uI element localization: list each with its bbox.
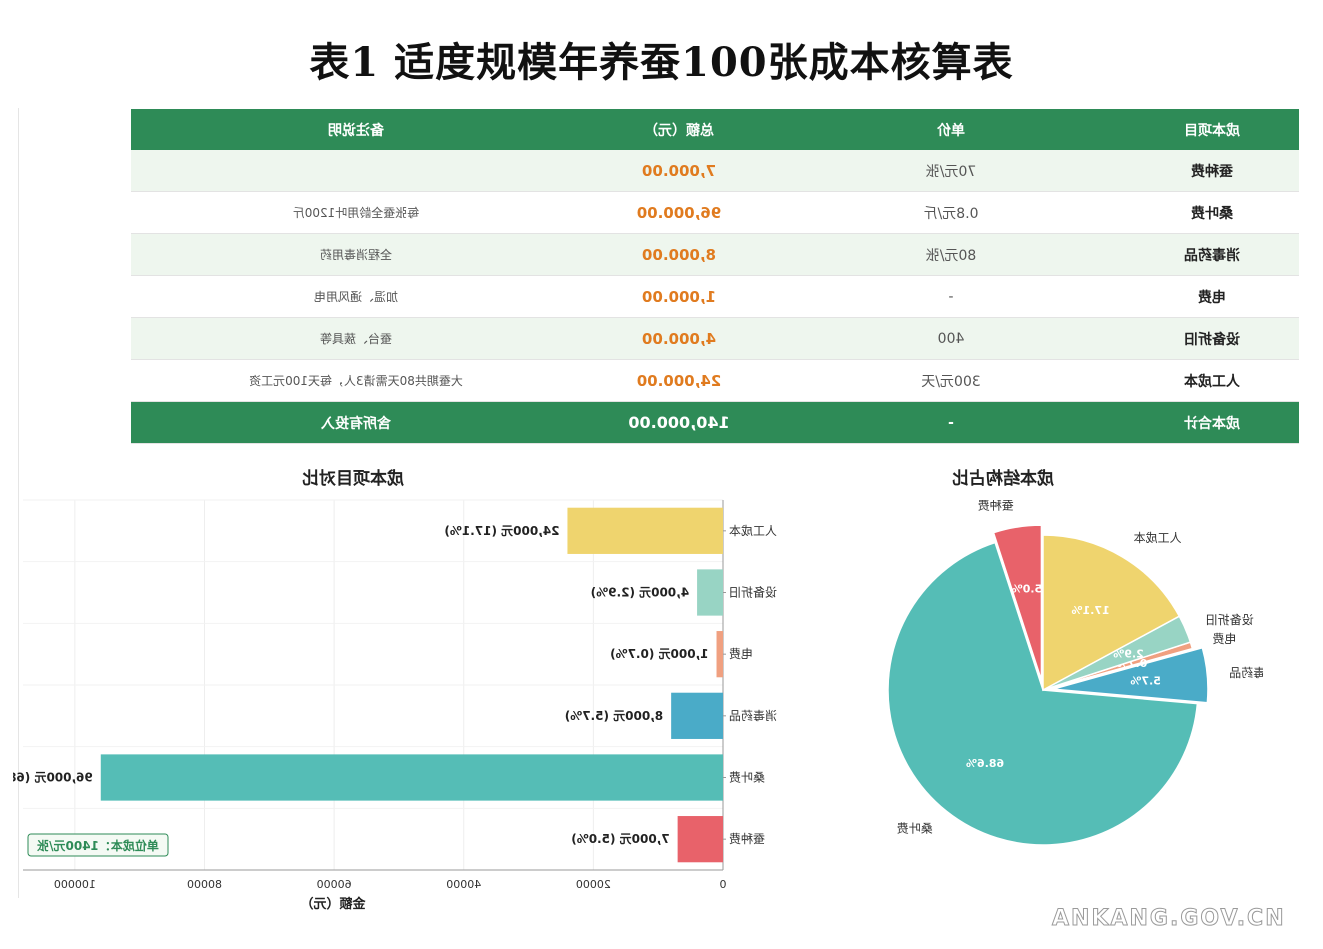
watermark: ANKANG.GOV.CN bbox=[1052, 906, 1286, 932]
cell-price: 0.8元/斤 bbox=[777, 191, 1125, 234]
cell-total: 1,000.00 bbox=[581, 275, 777, 318]
x-tick-label: 100000 bbox=[54, 878, 96, 891]
bar-chart: 蚕种费 7,000元 (5.0%) 桑叶费 96,000元 (68.6%) 消毒药品 8,… bbox=[13, 499, 777, 912]
pie-percent-label: 5.0% bbox=[1012, 582, 1043, 595]
cell-item: 人工成本 bbox=[1125, 359, 1299, 402]
cell-item: 蚕种费 bbox=[1125, 150, 1299, 192]
unit-cost-annotation: 单位成本：1400元/张 bbox=[27, 833, 169, 857]
cell-item: 消毒药品 bbox=[1125, 233, 1299, 276]
cell-note: 大蚕期共80天需请3人，每天100元工资 bbox=[131, 359, 581, 402]
data-label: 1,000元 (0.7%) bbox=[610, 647, 708, 661]
pie-category-label: 消毒药品 bbox=[1229, 666, 1263, 680]
cell-price: - bbox=[777, 275, 1125, 318]
x-tick-label: 20000 bbox=[576, 878, 611, 891]
bar bbox=[567, 507, 723, 554]
cell-total: 4,000.00 bbox=[581, 317, 777, 360]
header-note: 备注说明 bbox=[131, 109, 581, 150]
x-axis-label: 金额（元） bbox=[300, 896, 366, 912]
data-label: 24,000元 (17.1%) bbox=[444, 524, 559, 538]
table-row: 电费 - 1,000.00 加温、通风用电 bbox=[131, 275, 1299, 318]
pie-category-label: 电费 bbox=[1212, 632, 1236, 646]
pie-category-label: 人工成本 bbox=[1134, 531, 1182, 545]
cell-item: 桑叶费 bbox=[1125, 191, 1299, 234]
cell-item: 设备折旧 bbox=[1125, 317, 1299, 360]
cell-note: 全程消毒用药 bbox=[131, 233, 581, 276]
table-row: 设备折旧 400 4,000.00 蚕台、蔟具等 bbox=[131, 317, 1299, 360]
annotation-text: 单位成本：1400元/张 bbox=[36, 838, 159, 853]
cell-total: 8,000.00 bbox=[581, 233, 777, 276]
bar bbox=[671, 692, 723, 739]
cell-note: 每张蚕全龄用叶1200斤 bbox=[131, 191, 581, 234]
y-tick-label: 电费 bbox=[729, 647, 753, 661]
cell-total: 7,000.00 bbox=[581, 150, 777, 192]
bar bbox=[716, 631, 723, 678]
x-tick-label: 60000 bbox=[317, 878, 352, 891]
cell-total: 24,000.00 bbox=[581, 359, 777, 402]
pie-percent-label: 68.6% bbox=[966, 757, 1004, 770]
cell-note: 蚕台、蔟具等 bbox=[131, 317, 581, 360]
y-tick-label: 人工成本 bbox=[729, 524, 777, 538]
y-tick-label: 设备折旧 bbox=[729, 585, 777, 600]
page-title: 表1 适度规模年养蚕100张成本核算表 bbox=[309, 39, 1014, 86]
header-total: 总额（元） bbox=[581, 109, 777, 150]
header-item: 成本项目 bbox=[1125, 109, 1299, 150]
sum-item: 成本合计 bbox=[1125, 401, 1299, 444]
x-tick-label: 0 bbox=[720, 878, 727, 891]
sum-note: 含所有投入 bbox=[131, 401, 581, 444]
table-row: 桑叶费 0.8元/斤 96,000.00 每张蚕全龄用叶1200斤 bbox=[131, 191, 1299, 234]
header-price: 单价 bbox=[777, 109, 1125, 150]
cell-price: 80元/张 bbox=[777, 233, 1125, 276]
data-label: 7,000元 (5.0%) bbox=[571, 832, 669, 846]
data-label: 8,000元 (5.7%) bbox=[565, 709, 663, 723]
sum-total: 140,000.00 bbox=[581, 401, 777, 444]
sum-price: - bbox=[777, 401, 1125, 444]
cost-table: 成本项目 单价 总额（元） 备注说明 蚕种费 70元/张 7,000.00 桑叶… bbox=[131, 109, 1299, 444]
cell-item: 电费 bbox=[1125, 275, 1299, 318]
cell-price: 70元/张 bbox=[777, 150, 1125, 192]
table-row: 人工成本 300元/天 24,000.00 大蚕期共80天需请3人，每天100元… bbox=[131, 359, 1299, 402]
pie-category-label: 桑叶费 bbox=[897, 821, 933, 835]
pie-category-label: 蚕种费 bbox=[978, 500, 1014, 512]
y-tick-label: 消毒药品 bbox=[729, 709, 777, 723]
pie-percent-label: 5.7% bbox=[1130, 675, 1161, 688]
table-sum-row: 成本合计 - 140,000.00 含所有投入 bbox=[131, 401, 1299, 444]
cell-note bbox=[131, 150, 581, 192]
x-tick-label: 80000 bbox=[187, 878, 222, 891]
pie-chart: 5.0%蚕种费68.6%桑叶费5.7%消毒药品0.7%电费2.9%设备折旧17.… bbox=[887, 500, 1263, 846]
y-tick-label: 蚕种费 bbox=[729, 832, 765, 846]
mirrored-figure: 成本项目 单价 总额（元） 备注说明 蚕种费 70元/张 7,000.00 桑叶… bbox=[0, 0, 1323, 949]
bar bbox=[677, 816, 723, 863]
cell-total: 96,000.00 bbox=[581, 191, 777, 234]
data-label: 4,000元 (2.9%) bbox=[591, 586, 689, 600]
x-tick-label: 40000 bbox=[446, 878, 481, 891]
cell-note: 加温、通风用电 bbox=[131, 275, 581, 318]
table-header-row: 成本项目 单价 总额（元） 备注说明 bbox=[131, 109, 1299, 150]
table-row: 消毒药品 80元/张 8,000.00 全程消毒用药 bbox=[131, 233, 1299, 276]
y-tick-label: 桑叶费 bbox=[729, 771, 765, 785]
data-label: 96,000元 (68.6%) bbox=[13, 771, 93, 785]
pie-chart-title: 成本结构占比 bbox=[952, 469, 1054, 489]
bar bbox=[697, 569, 723, 616]
table-row: 蚕种费 70元/张 7,000.00 bbox=[131, 150, 1299, 192]
pie-percent-label: 17.1% bbox=[1072, 604, 1110, 617]
pie-category-label: 设备折旧 bbox=[1206, 612, 1254, 627]
cell-price: 400 bbox=[777, 317, 1125, 360]
bar-chart-title: 成本项目对比 bbox=[302, 469, 404, 489]
bar bbox=[100, 754, 723, 801]
cell-price: 300元/天 bbox=[777, 359, 1125, 402]
